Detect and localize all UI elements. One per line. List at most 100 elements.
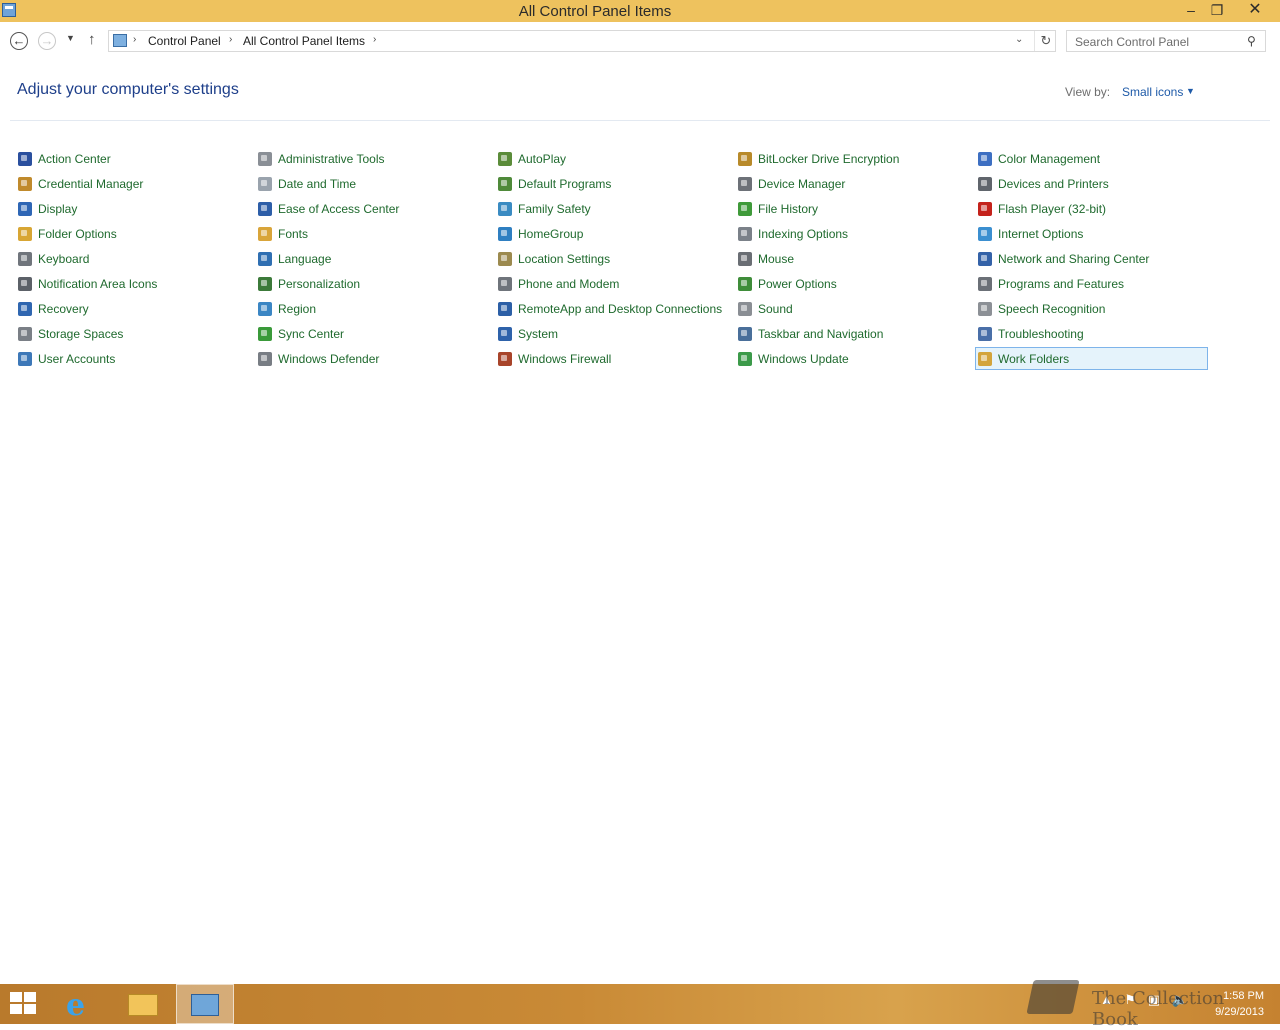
breadcrumb-all-items[interactable]: All Control Panel Items — [243, 34, 365, 48]
item-label: Internet Options — [998, 226, 1084, 241]
back-button[interactable]: ← — [10, 32, 28, 50]
control-panel-item-location-settings[interactable]: Location Settings — [495, 247, 728, 270]
windows-logo-icon — [24, 992, 36, 1002]
folder-icon — [128, 994, 158, 1016]
search-input[interactable]: Search Control Panel ⚲ — [1066, 30, 1266, 52]
location-settings-icon — [498, 251, 512, 266]
window-title: All Control Panel Items — [518, 3, 672, 20]
control-panel-item-fonts[interactable]: Fonts — [255, 222, 488, 245]
control-panel-item-color-management[interactable]: Color Management — [975, 147, 1208, 170]
search-placeholder: Search Control Panel — [1075, 35, 1190, 49]
control-panel-item-sound[interactable]: Sound — [735, 297, 968, 320]
control-panel-item-phone-and-modem[interactable]: Phone and Modem — [495, 272, 728, 295]
address-dropdown-button[interactable]: ⌄ — [1015, 34, 1023, 45]
minimize-button[interactable]: – — [1178, 0, 1204, 22]
control-panel-item-language[interactable]: Language — [255, 247, 488, 270]
item-label: Windows Update — [758, 351, 849, 366]
sync-center-icon — [258, 326, 272, 341]
windows-update-icon — [738, 351, 752, 366]
item-label: Speech Recognition — [998, 301, 1106, 316]
control-panel-item-administrative-tools[interactable]: Administrative Tools — [255, 147, 488, 170]
taskbar-file-explorer[interactable] — [114, 984, 172, 1024]
control-panel-item-device-manager[interactable]: Device Manager — [735, 172, 968, 195]
fonts-icon — [258, 226, 272, 241]
breadcrumb-separator[interactable]: › — [373, 34, 376, 45]
control-panel-item-keyboard[interactable]: Keyboard — [15, 247, 248, 270]
start-button[interactable] — [10, 992, 38, 1016]
control-panel-item-recovery[interactable]: Recovery — [15, 297, 248, 320]
recent-locations-button[interactable]: ▼ — [66, 33, 75, 43]
item-label: AutoPlay — [518, 151, 567, 166]
view-by-dropdown[interactable]: Small icons — [1122, 85, 1183, 99]
control-panel-item-indexing-options[interactable]: Indexing Options — [735, 222, 968, 245]
address-bar[interactable]: › Control Panel › All Control Panel Item… — [108, 30, 1056, 52]
power-options-icon — [738, 276, 752, 291]
item-label: System — [518, 326, 559, 341]
control-panel-crumb-icon[interactable] — [113, 34, 127, 47]
autoplay-icon — [498, 151, 512, 166]
control-panel-item-system[interactable]: System — [495, 322, 728, 345]
control-panel-item-region[interactable]: Region — [255, 297, 488, 320]
control-panel-item-windows-defender[interactable]: Windows Defender — [255, 347, 488, 370]
devices-and-printers-icon — [978, 176, 992, 191]
control-panel-item-taskbar-and-navigation[interactable]: Taskbar and Navigation — [735, 322, 968, 345]
watermark: The Collection Book — [1026, 976, 1275, 1030]
keyboard-icon — [18, 251, 32, 266]
item-label: Windows Defender — [278, 351, 380, 366]
divider — [10, 120, 1270, 121]
control-panel-item-homegroup[interactable]: HomeGroup — [495, 222, 728, 245]
breadcrumb-separator[interactable]: › — [133, 34, 136, 45]
control-panel-item-internet-options[interactable]: Internet Options — [975, 222, 1208, 245]
control-panel-item-network-and-sharing-center[interactable]: Network and Sharing Center — [975, 247, 1208, 270]
control-panel-item-action-center[interactable]: Action Center — [15, 147, 248, 170]
control-panel-item-storage-spaces[interactable]: Storage Spaces — [15, 322, 248, 345]
taskbar-internet-explorer[interactable]: e — [52, 984, 110, 1024]
close-button[interactable]: ✕ — [1233, 0, 1277, 22]
control-panel-item-sync-center[interactable]: Sync Center — [255, 322, 488, 345]
taskbar-control-panel[interactable] — [176, 984, 234, 1024]
control-panel-item-speech-recognition[interactable]: Speech Recognition — [975, 297, 1208, 320]
breadcrumb-separator[interactable]: › — [229, 34, 232, 45]
control-panel-item-default-programs[interactable]: Default Programs — [495, 172, 728, 195]
up-button[interactable]: ↑ — [88, 31, 96, 48]
control-panel-item-programs-and-features[interactable]: Programs and Features — [975, 272, 1208, 295]
internet-explorer-icon: e — [66, 988, 86, 1023]
control-panel-item-autoplay[interactable]: AutoPlay — [495, 147, 728, 170]
control-panel-item-ease-of-access-center[interactable]: Ease of Access Center — [255, 197, 488, 220]
control-panel-item-power-options[interactable]: Power Options — [735, 272, 968, 295]
control-panel-item-file-history[interactable]: File History — [735, 197, 968, 220]
control-panel-item-windows-firewall[interactable]: Windows Firewall — [495, 347, 728, 370]
control-panel-item-user-accounts[interactable]: User Accounts — [15, 347, 248, 370]
item-label: Sync Center — [278, 326, 345, 341]
navigation-bar: ← → ▼ ↑ › Control Panel › All Control Pa… — [0, 22, 1280, 60]
item-label: Sound — [758, 301, 793, 316]
search-icon[interactable]: ⚲ — [1247, 34, 1256, 48]
control-panel-item-devices-and-printers[interactable]: Devices and Printers — [975, 172, 1208, 195]
control-panel-item-credential-manager[interactable]: Credential Manager — [15, 172, 248, 195]
item-label: Devices and Printers — [998, 176, 1109, 191]
breadcrumb-control-panel[interactable]: Control Panel — [148, 34, 221, 48]
control-panel-item-troubleshooting[interactable]: Troubleshooting — [975, 322, 1208, 345]
control-panel-item-remoteapp-and-desktop-connections[interactable]: RemoteApp and Desktop Connections — [495, 297, 728, 320]
item-label: Windows Firewall — [518, 351, 612, 366]
control-panel-item-work-folders[interactable]: Work Folders — [975, 347, 1208, 370]
forward-button[interactable]: → — [38, 32, 56, 50]
control-panel-item-display[interactable]: Display — [15, 197, 248, 220]
date-and-time-icon — [258, 176, 272, 191]
item-label: Work Folders — [998, 351, 1070, 366]
control-panel-item-family-safety[interactable]: Family Safety — [495, 197, 728, 220]
maximize-button[interactable]: ❐ — [1204, 0, 1230, 22]
control-panel-item-folder-options[interactable]: Folder Options — [15, 222, 248, 245]
control-panel-item-bitlocker-drive-encryption[interactable]: BitLocker Drive Encryption — [735, 147, 968, 170]
control-panel-item-windows-update[interactable]: Windows Update — [735, 347, 968, 370]
control-panel-item-mouse[interactable]: Mouse — [735, 247, 968, 270]
control-panel-item-personalization[interactable]: Personalization — [255, 272, 488, 295]
chevron-down-icon[interactable]: ▼ — [1186, 86, 1195, 96]
control-panel-item-date-and-time[interactable]: Date and Time — [255, 172, 488, 195]
network-and-sharing-center-icon — [978, 251, 992, 266]
item-label: Programs and Features — [998, 276, 1125, 291]
refresh-button[interactable]: ↻ — [1034, 31, 1057, 51]
control-panel-item-flash-player-32-bit[interactable]: Flash Player (32-bit) — [975, 197, 1208, 220]
family-safety-icon — [498, 201, 512, 216]
control-panel-item-notification-area-icons[interactable]: Notification Area Icons — [15, 272, 248, 295]
